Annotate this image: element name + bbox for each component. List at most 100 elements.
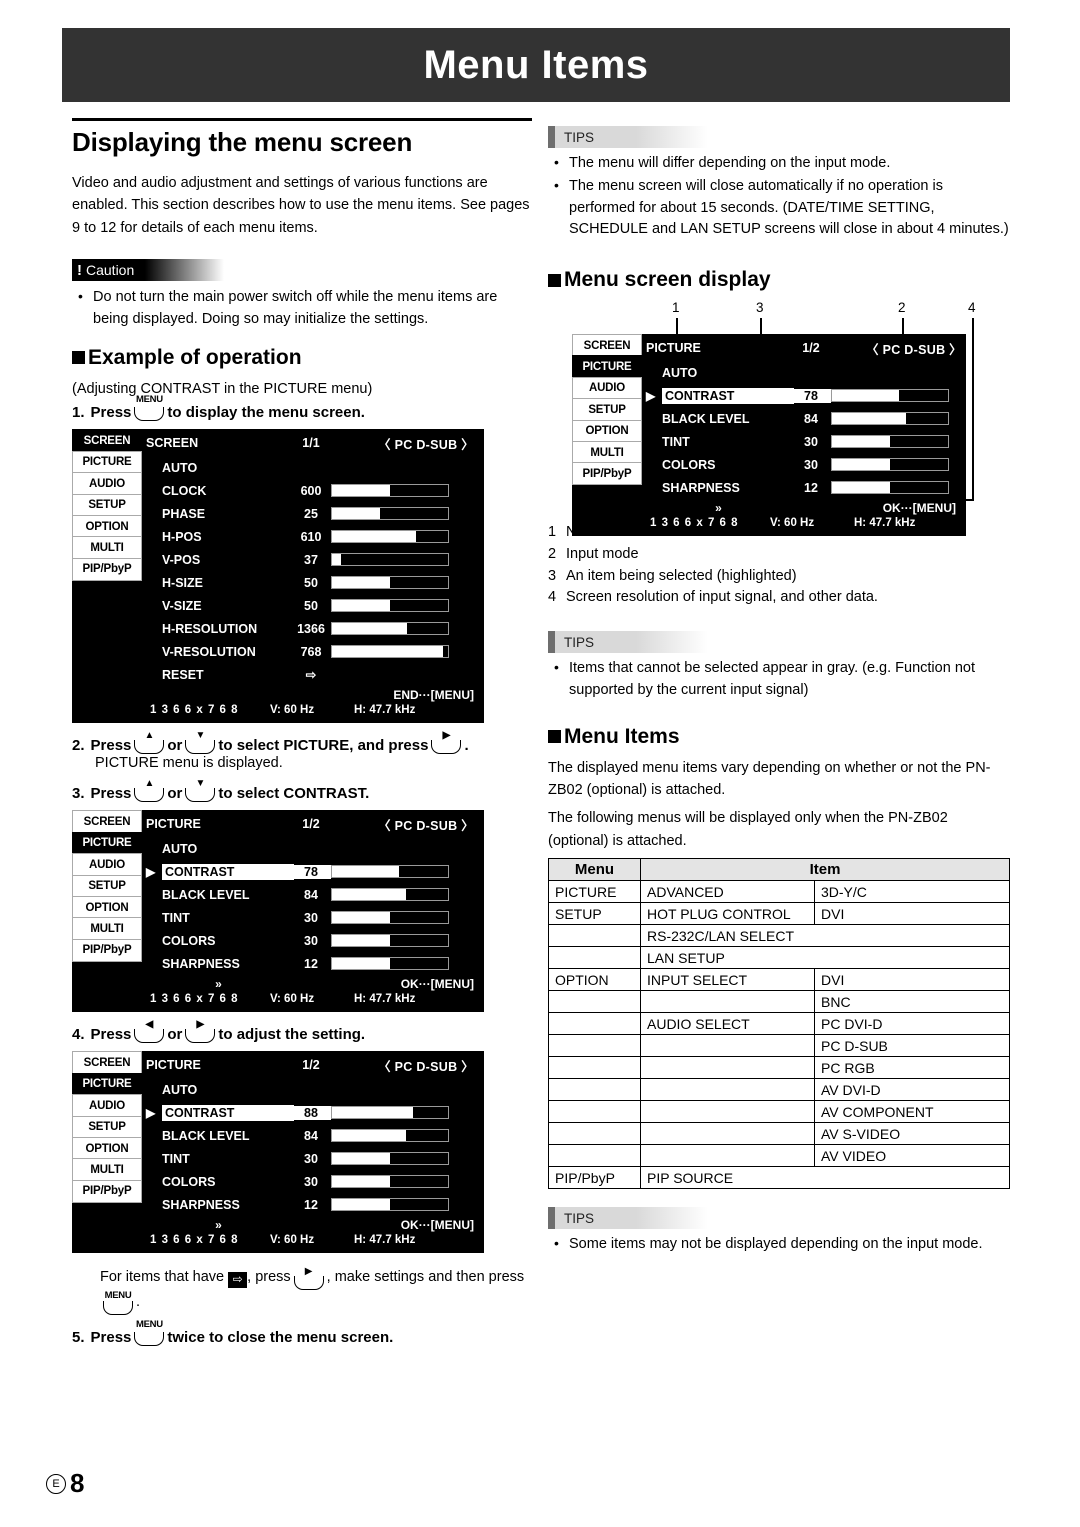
callout-number-3: 3 xyxy=(756,300,764,315)
table-cell-value: AV COMPONENT xyxy=(814,1100,1010,1124)
osd-tab-option[interactable]: OPTION xyxy=(72,896,142,919)
right-key-icon: ▶ xyxy=(185,1020,216,1044)
osd-row-bar[interactable] xyxy=(831,412,949,425)
osd-row-bar[interactable] xyxy=(831,458,949,471)
osd-row[interactable]: COLORS 30 xyxy=(146,929,474,952)
osd-tab-audio[interactable]: AUDIO xyxy=(72,472,142,496)
osd-row-bar[interactable] xyxy=(331,1152,449,1166)
osd-hint: OK···[MENU] xyxy=(400,977,474,992)
osd-tab-pip-pbyp[interactable]: PIP/PbyP xyxy=(572,462,642,486)
osd-header: PICTURE 1/2 〈 PC D-SUB 〉 xyxy=(146,1055,474,1075)
osd-row-bar[interactable] xyxy=(331,865,449,879)
osd-tab-screen[interactable]: SCREEN xyxy=(572,334,642,357)
osd-row-bar[interactable] xyxy=(331,1175,449,1189)
osd-row[interactable]: BLACK LEVEL 84 xyxy=(646,407,956,430)
osd-tab-pip-pbyp[interactable]: PIP/PbyP xyxy=(72,1179,142,1203)
osd-row-bar[interactable] xyxy=(331,1106,449,1120)
osd-row[interactable]: COLORS 30 xyxy=(646,453,956,476)
osd-row[interactable]: ▶ CONTRAST 88 xyxy=(146,1101,474,1124)
osd-tab-option[interactable]: OPTION xyxy=(572,419,642,443)
osd-tab-picture[interactable]: PICTURE xyxy=(72,450,142,474)
osd-row-bar[interactable] xyxy=(331,1129,449,1143)
osd-tab-picture[interactable]: PICTURE xyxy=(72,1072,142,1096)
osd-row-bar[interactable] xyxy=(331,530,449,544)
osd-row-bar[interactable] xyxy=(331,957,449,971)
osd-horizontal-frequency: H: 47.7 kHz xyxy=(354,704,416,717)
osd-row[interactable]: SHARPNESS 12 xyxy=(146,952,474,975)
osd-tab-screen[interactable]: SCREEN xyxy=(72,429,142,453)
step-2-sub: PICTURE menu is displayed. xyxy=(95,755,283,772)
osd-row[interactable]: CLOCK 600 xyxy=(146,479,474,502)
osd-row[interactable]: PHASE 25 xyxy=(146,502,474,525)
menu-items-heading: Menu Items xyxy=(548,725,1010,749)
osd-row-bar[interactable] xyxy=(331,911,449,925)
osd-row[interactable]: AUTO xyxy=(146,456,474,479)
osd-row-bar[interactable] xyxy=(331,645,449,659)
osd-tab-audio[interactable]: AUDIO xyxy=(72,853,142,877)
osd-tab-list: SCREEN PICTURE AUDIO SETUP OPTION MULTI PIP/Pb… xyxy=(72,429,142,581)
osd-row-bar[interactable] xyxy=(831,481,949,494)
osd-signal-info: 1 3 6 6 x 7 6 8 V: 60 Hz H: 47.7 kHz xyxy=(146,702,474,719)
table-row: AV COMPONENT xyxy=(548,1100,1010,1124)
osd-tab-screen[interactable]: SCREEN xyxy=(72,810,142,834)
osd-tab-multi[interactable]: MULTI xyxy=(572,441,642,465)
osd-row[interactable]: V-SIZE 50 xyxy=(146,594,474,617)
osd-row[interactable]: V-RESOLUTION 768 xyxy=(146,640,474,663)
osd-tab-audio[interactable]: AUDIO xyxy=(72,1094,142,1118)
osd-tab-pip-pbyp[interactable]: PIP/PbyP xyxy=(72,938,142,962)
osd-row[interactable]: H-SIZE 50 xyxy=(146,571,474,594)
osd-tab-picture[interactable]: PICTURE xyxy=(72,831,142,855)
osd-tab-screen[interactable]: SCREEN xyxy=(72,1051,142,1075)
osd-row-bar[interactable] xyxy=(331,1198,449,1212)
table-cell-menu: PIP/PbyP xyxy=(548,1166,641,1190)
osd-row[interactable]: H-POS 610 xyxy=(146,525,474,548)
table-row: PIP/PbyP PIP SOURCE xyxy=(548,1166,1010,1190)
osd-page-indicator: 1/2 xyxy=(302,817,320,832)
osd-row-bar[interactable] xyxy=(331,934,449,948)
osd-row-bar[interactable] xyxy=(331,888,449,902)
osd-row-bar[interactable] xyxy=(831,435,949,448)
osd-row[interactable]: SHARPNESS 12 xyxy=(646,476,956,499)
osd-tab-multi[interactable]: MULTI xyxy=(72,1158,142,1182)
osd-row[interactable]: AUTO xyxy=(646,361,956,384)
osd-tab-audio[interactable]: AUDIO xyxy=(572,376,642,400)
osd-tab-setup[interactable]: SETUP xyxy=(72,1115,142,1139)
osd-row[interactable]: AUTO xyxy=(146,1078,474,1101)
osd-row[interactable]: COLORS 30 xyxy=(146,1170,474,1193)
osd-row-bar[interactable] xyxy=(331,553,449,567)
osd-footer: » OK···[MENU] xyxy=(146,1218,474,1232)
osd-row-bar[interactable] xyxy=(331,507,449,521)
step-3: 3. Press ▲ or ▼ to select CONTRAST. xyxy=(72,779,532,803)
osd-row[interactable]: SHARPNESS 12 xyxy=(146,1193,474,1216)
osd-row[interactable]: TINT 30 xyxy=(646,430,956,453)
osd-tab-picture[interactable]: PICTURE xyxy=(572,355,642,379)
osd-row-bar[interactable] xyxy=(331,576,449,590)
osd-row[interactable]: H-RESOLUTION 1366 xyxy=(146,617,474,640)
osd-row-bar[interactable] xyxy=(331,599,449,613)
osd-tab-option[interactable]: OPTION xyxy=(72,1137,142,1160)
osd-row[interactable]: BLACK LEVEL 84 xyxy=(146,883,474,906)
osd-tab-pip-pbyp[interactable]: PIP/PbyP xyxy=(72,557,142,581)
osd-tab-setup[interactable]: SETUP xyxy=(572,398,642,422)
osd-row[interactable]: AUTO xyxy=(146,837,474,860)
tips-tick-icon xyxy=(548,631,555,653)
osd-vertical-frequency: V: 60 Hz xyxy=(270,1234,315,1247)
osd-row[interactable]: ▶ CONTRAST 78 xyxy=(146,860,474,883)
osd-tab-multi[interactable]: MULTI xyxy=(72,917,142,941)
osd-row[interactable]: ▶ CONTRAST 78 xyxy=(646,384,956,407)
osd-row[interactable]: TINT 30 xyxy=(146,906,474,929)
step-4: 4. Press ◀ or ▶ to adjust the setting. xyxy=(72,1020,532,1044)
osd-tab-setup[interactable]: SETUP xyxy=(72,493,142,517)
osd-row[interactable]: RESET ⇨ xyxy=(146,663,474,686)
osd-row-bar[interactable] xyxy=(831,389,949,402)
osd-tab-setup[interactable]: SETUP xyxy=(72,874,142,898)
osd-row[interactable]: V-POS 37 xyxy=(146,548,474,571)
osd-row[interactable]: BLACK LEVEL 84 xyxy=(146,1124,474,1147)
osd-row-bar[interactable] xyxy=(331,484,449,498)
osd-tab-multi[interactable]: MULTI xyxy=(72,536,142,560)
osd-row-bar[interactable] xyxy=(331,622,449,636)
osd-row-label: BLACK LEVEL xyxy=(662,411,750,426)
osd-row[interactable]: TINT 30 xyxy=(146,1147,474,1170)
osd-tab-option[interactable]: OPTION xyxy=(72,515,142,538)
menu-screen-callout-diagram: 1 3 2 4 SCREEN PICTURE AUDIO SETUP OPTION MUL… xyxy=(548,300,1010,536)
